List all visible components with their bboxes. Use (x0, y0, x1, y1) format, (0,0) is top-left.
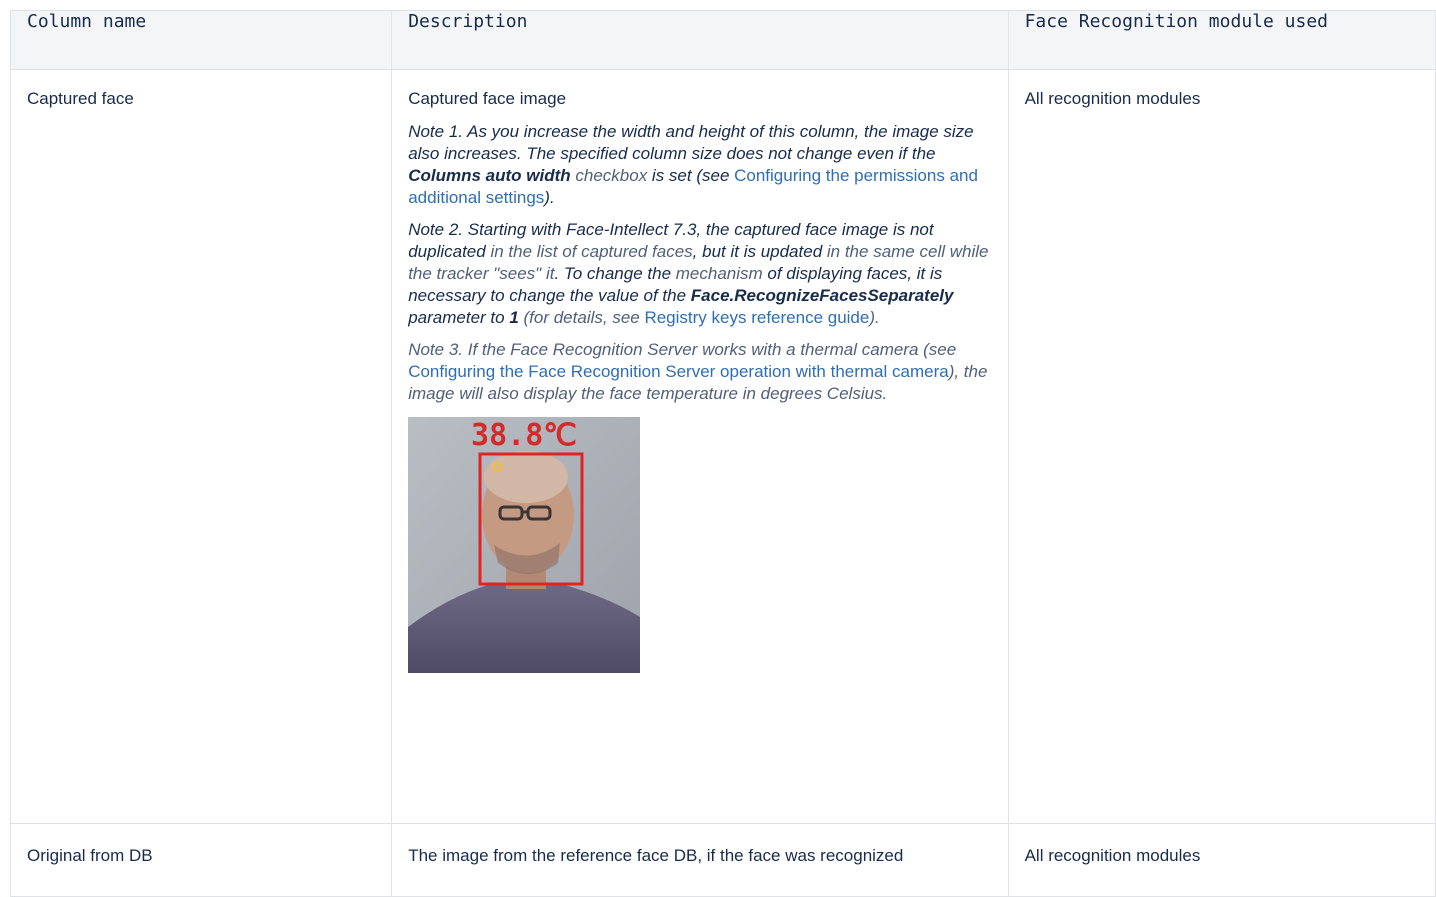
temperature-label: 38.8℃ (471, 418, 577, 453)
note-2: Note 2. Starting with Face-Intellect 7.3… (408, 220, 989, 327)
cell-name: Captured face (9, 69, 393, 824)
header-module-used: Face Recognition module used (1007, 10, 1436, 70)
cell-description: The image from the reference face DB, if… (391, 823, 1009, 897)
note-1: Note 1. As you increase the width and he… (408, 122, 978, 207)
header-column-name: Column name (9, 10, 393, 70)
header-description: Description (391, 10, 1009, 70)
link-thermal-camera[interactable]: Configuring the Face Recognition Server … (408, 362, 949, 381)
note-3: Note 3. If the Face Recognition Server w… (408, 340, 988, 403)
table-header-row: Column name Description Face Recognition… (9, 10, 1436, 70)
link-registry-keys[interactable]: Registry keys reference guide (644, 308, 869, 327)
table-row: Captured face Captured face image Note 1… (9, 69, 1436, 824)
cell-description: Captured face image Note 1. As you incre… (391, 69, 1009, 824)
columns-table: Column name Description Face Recognition… (9, 10, 1436, 897)
description-title: Captured face image (408, 89, 567, 108)
captured-face-image: 38.8℃ (408, 417, 641, 673)
cell-module: All recognition modules (1007, 823, 1436, 897)
cell-name: Original from DB (9, 823, 393, 897)
table-row: Original from DB The image from the refe… (9, 823, 1436, 897)
cell-module: All recognition modules (1007, 69, 1436, 824)
